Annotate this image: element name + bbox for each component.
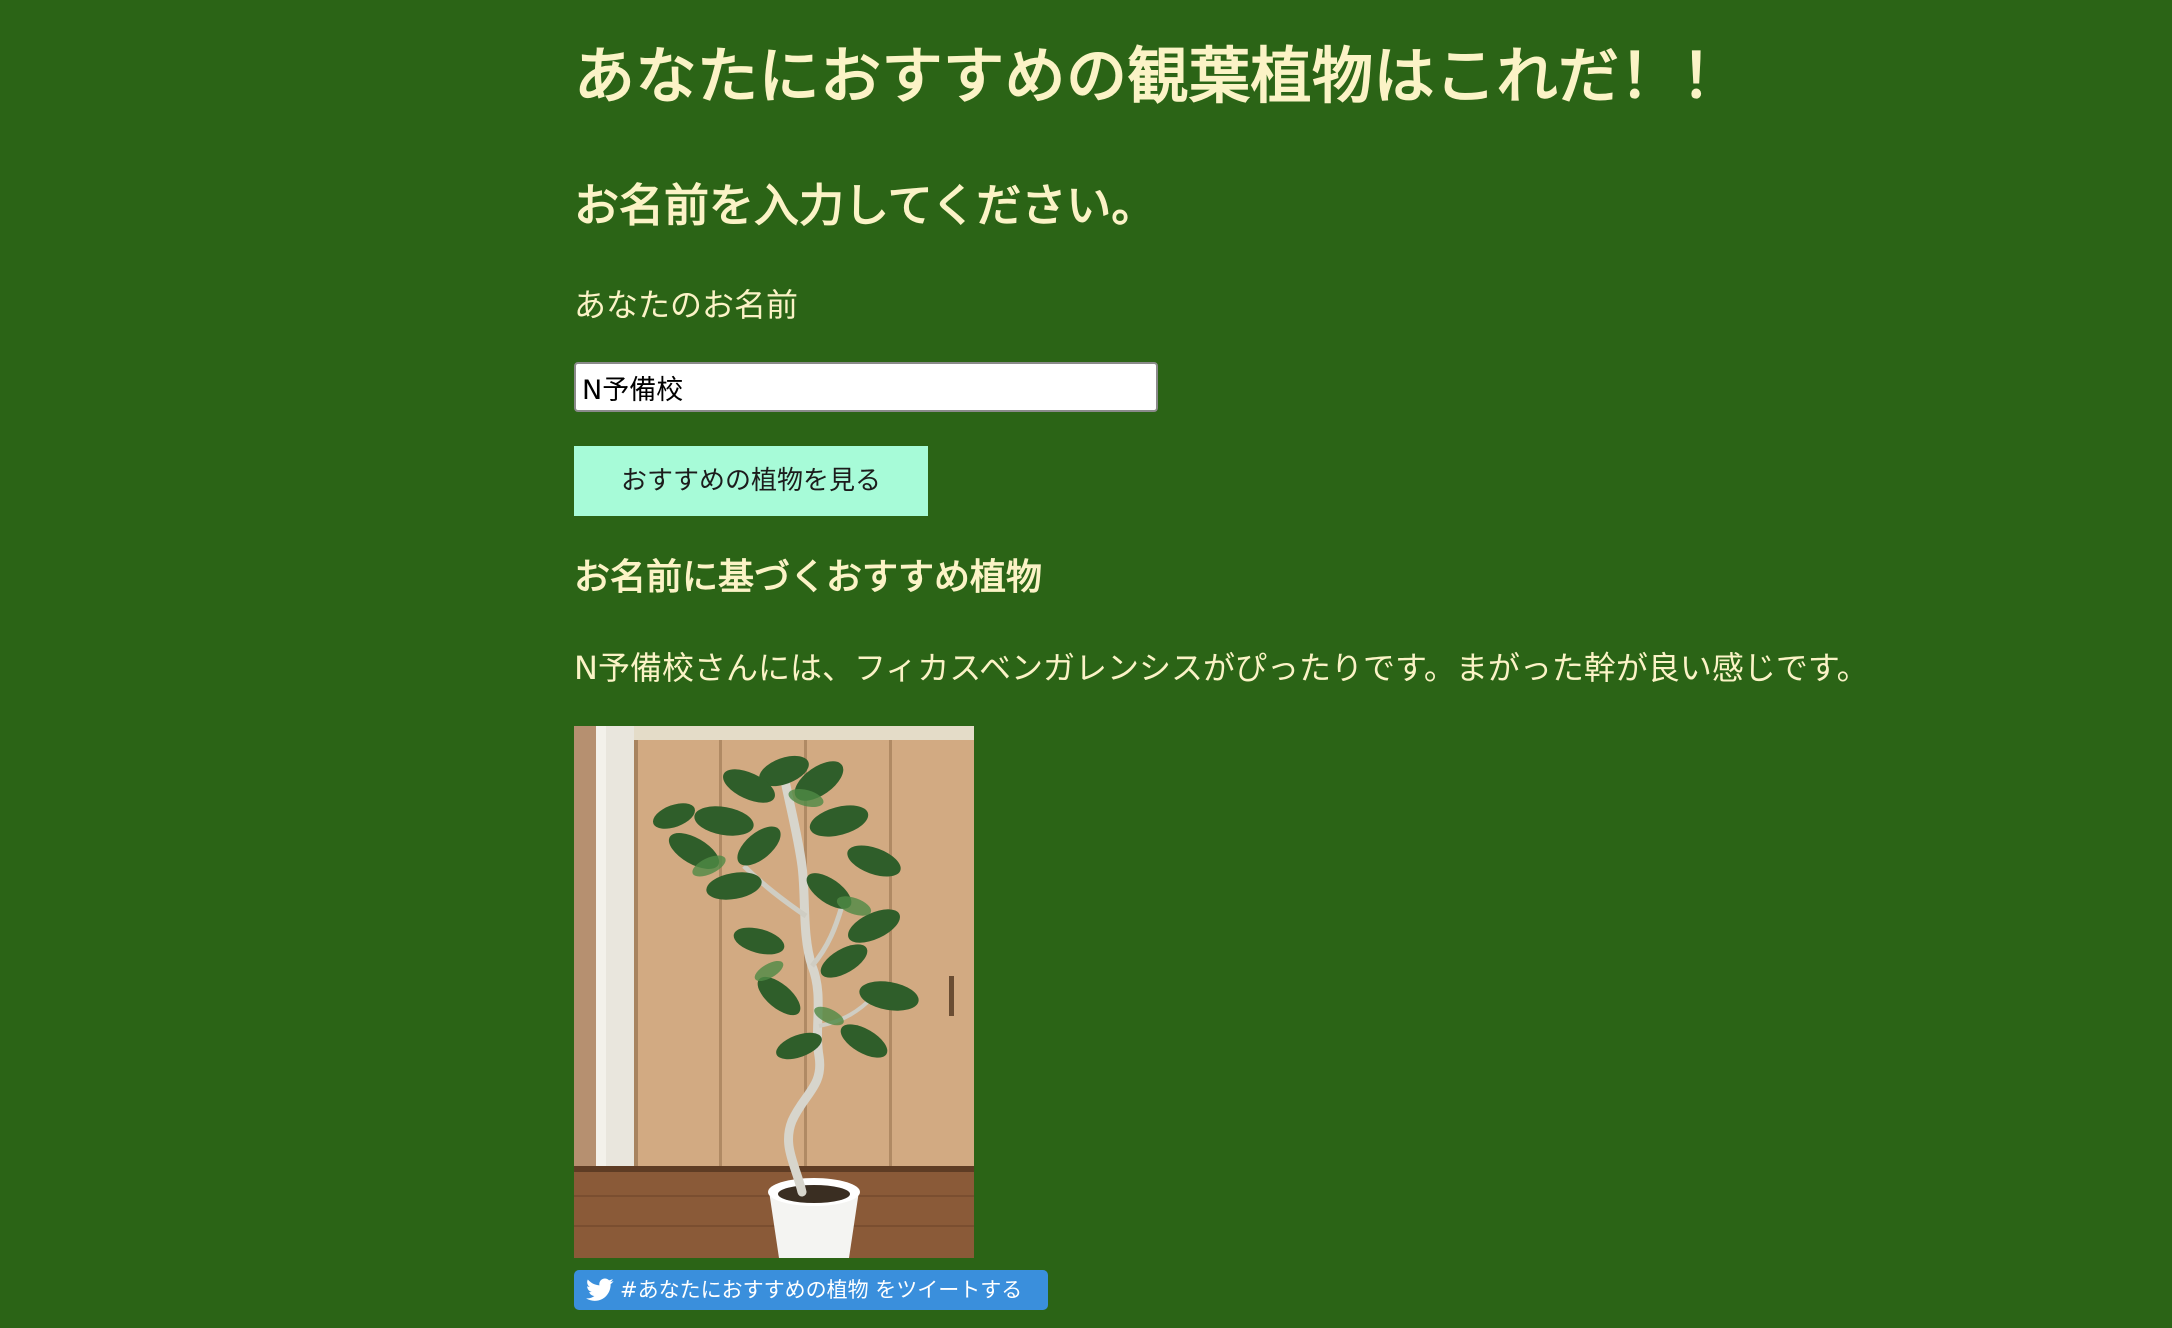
input-section-title: お名前を入力してください。: [574, 179, 1157, 232]
result-text: N予備校さんには、フィカスベンガレンシスがぴったりです。まがった幹が良い感じです…: [574, 649, 1869, 687]
page-title: あなたにおすすめの観葉植物はこれだ！！: [574, 41, 1743, 112]
name-label: あなたのお名前: [574, 286, 799, 324]
twitter-bird-icon: [586, 1278, 614, 1301]
name-input[interactable]: [574, 362, 1158, 412]
tweet-button[interactable]: #あなたにおすすめの植物 をツイートする: [574, 1270, 1048, 1310]
tweet-label: #あなたにおすすめの植物 をツイートする: [620, 1278, 1023, 1302]
plant-image: [574, 726, 974, 1258]
show-recommendation-button[interactable]: おすすめの植物を見る: [574, 446, 928, 516]
result-title: お名前に基づくおすすめ植物: [574, 557, 1043, 598]
